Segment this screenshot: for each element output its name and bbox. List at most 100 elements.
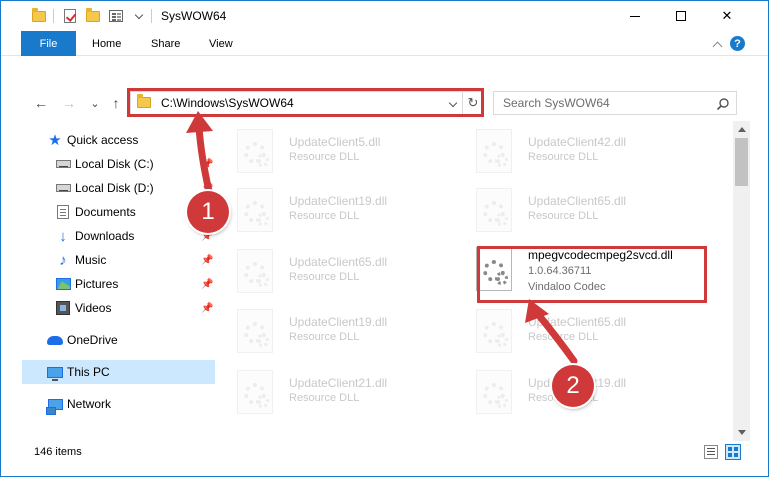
search-box[interactable]: Search SysWOW64 — [493, 91, 737, 115]
file-description: Resource DLL — [289, 151, 360, 163]
divider — [53, 9, 54, 23]
collapse-ribbon-button[interactable] — [710, 37, 724, 51]
close-icon: ✕ — [721, 8, 733, 23]
file-item[interactable]: UpdateClient65.dll Resource DLL — [470, 305, 700, 357]
sidebar-item-label: Network — [67, 397, 112, 411]
file-name: UpdateClient19.dll — [289, 315, 388, 329]
scroll-up-button[interactable] — [733, 121, 750, 138]
sidebar-item-onedrive[interactable]: OneDrive — [22, 328, 215, 352]
maximize-button[interactable] — [658, 1, 704, 31]
new-folder-icon[interactable] — [85, 7, 101, 24]
tab-view[interactable]: View — [209, 31, 233, 56]
dll-file-icon — [476, 188, 512, 232]
sidebar-item-label: Documents — [75, 205, 136, 219]
search-placeholder[interactable]: Search SysWOW64 — [503, 96, 610, 110]
file-description: Resource DLL — [289, 210, 360, 222]
pin-icon: 📌 — [201, 278, 214, 290]
tab-home[interactable]: Home — [92, 31, 121, 56]
dll-file-icon — [237, 309, 273, 353]
pc-icon — [47, 364, 63, 381]
dll-file-icon — [237, 370, 273, 414]
address-highlight-box — [127, 88, 484, 117]
pin-icon: 📌 — [201, 302, 214, 314]
file-name: UpdateClient65.dll — [289, 255, 388, 269]
forward-button[interactable]: → — [61, 95, 77, 111]
drive-icon — [55, 180, 71, 196]
sidebar-item-local-disk-d[interactable]: Local Disk (D:) 📌 — [22, 176, 215, 200]
arrow-down-icon — [737, 430, 746, 435]
drive-icon — [55, 156, 71, 172]
dll-file-icon — [476, 370, 512, 414]
sidebar-item-label: Pictures — [75, 277, 119, 291]
onedrive-icon — [47, 332, 63, 348]
network-icon — [45, 396, 63, 415]
properties-icon[interactable] — [108, 8, 124, 24]
music-icon: ♪ — [59, 251, 67, 269]
sidebar-item-network[interactable]: Network — [22, 392, 215, 416]
file-item[interactable]: UpdateClient65.dll Resource DLL — [231, 245, 461, 297]
sidebar-item-local-disk-c[interactable]: Local Disk (C:) 📌 — [22, 152, 215, 176]
tab-share[interactable]: Share — [151, 31, 180, 56]
scrollbar-thumb[interactable] — [735, 138, 748, 186]
customize-toolbar-chevron-icon[interactable] — [131, 8, 147, 24]
chevron-up-icon — [712, 41, 722, 51]
downloads-icon: ↓ — [59, 227, 67, 245]
sidebar-item-label: Videos — [75, 301, 112, 315]
folder-icon — [31, 7, 47, 24]
window-title: SysWOW64 — [161, 9, 227, 23]
up-button[interactable]: ↑ — [108, 95, 124, 111]
file-item[interactable]: UpdateClient19.dll Resource DLL — [231, 184, 461, 236]
step-1-marker: 1 — [187, 191, 229, 233]
scroll-down-button[interactable] — [733, 424, 750, 441]
sidebar-item-videos[interactable]: Videos 📌 — [22, 296, 215, 320]
sidebar-item-label: This PC — [67, 365, 110, 379]
star-icon: ★ — [48, 132, 62, 149]
file-description: Resource DLL — [528, 151, 599, 163]
videos-icon — [55, 300, 71, 316]
title-bar: SysWOW64 ✕ — [1, 1, 768, 31]
minimize-button[interactable] — [612, 1, 658, 31]
tab-file[interactable]: File — [21, 31, 76, 56]
back-button[interactable]: ← — [33, 95, 49, 111]
sidebar-item-label: OneDrive — [67, 333, 118, 347]
file-name: UpdateClient19.dll — [289, 194, 388, 208]
file-description: Resource DLL — [289, 271, 360, 283]
properties-check-icon[interactable] — [62, 8, 78, 24]
file-item[interactable]: UpdateClient21.dll Resource DLL — [231, 366, 461, 418]
file-description: Resource DLL — [289, 331, 360, 343]
vertical-scrollbar[interactable] — [733, 121, 750, 441]
sidebar-item-pictures[interactable]: Pictures 📌 — [22, 272, 215, 296]
pictures-icon — [55, 276, 71, 292]
details-view-button[interactable] — [704, 445, 718, 459]
close-button[interactable]: ✕ — [704, 1, 750, 31]
step-2-marker: 2 — [552, 365, 594, 407]
sidebar-item-this-pc[interactable]: This PC — [22, 360, 215, 384]
large-icons-view-button[interactable] — [725, 444, 741, 460]
file-description: Resource DLL — [289, 392, 360, 404]
documents-icon — [55, 204, 71, 220]
file-name: UpdateClient5.dll — [289, 135, 381, 149]
file-item[interactable]: UpdateClient65.dll Resource DLL — [470, 184, 700, 236]
file-item[interactable]: UpdateClient42.dll Resource DLL — [470, 125, 700, 177]
dll-file-icon — [237, 188, 273, 232]
arrow-up-icon — [737, 127, 746, 132]
dll-file-icon — [476, 309, 512, 353]
maximize-icon — [676, 11, 686, 21]
file-name: UpdateClient42.dll — [528, 135, 627, 149]
file-description: Resource DLL — [528, 210, 599, 222]
file-name: UpdateClient65.dll — [528, 315, 627, 329]
sidebar-item-downloads[interactable]: ↓ Downloads 📌 — [22, 224, 215, 248]
sidebar-item-label: Local Disk (D:) — [75, 181, 154, 195]
sidebar-item-music[interactable]: ♪ Music 📌 — [22, 248, 215, 272]
pin-icon: 📌 — [201, 158, 214, 170]
search-icon[interactable] — [716, 97, 730, 111]
recent-locations-button[interactable]: ⌄ — [87, 95, 103, 111]
file-item[interactable]: UpdateClient5.dll Resource DLL — [231, 125, 461, 177]
status-item-count: 146 items — [34, 446, 82, 458]
sidebar-item-quick-access[interactable]: ★ Quick access — [22, 128, 215, 152]
help-button[interactable]: ? — [730, 36, 745, 51]
sidebar-item-label: Downloads — [75, 229, 135, 243]
file-description: Resource DLL — [528, 331, 599, 343]
pin-icon: 📌 — [201, 254, 214, 266]
file-item[interactable]: UpdateClient19.dll Resource DLL — [231, 305, 461, 357]
